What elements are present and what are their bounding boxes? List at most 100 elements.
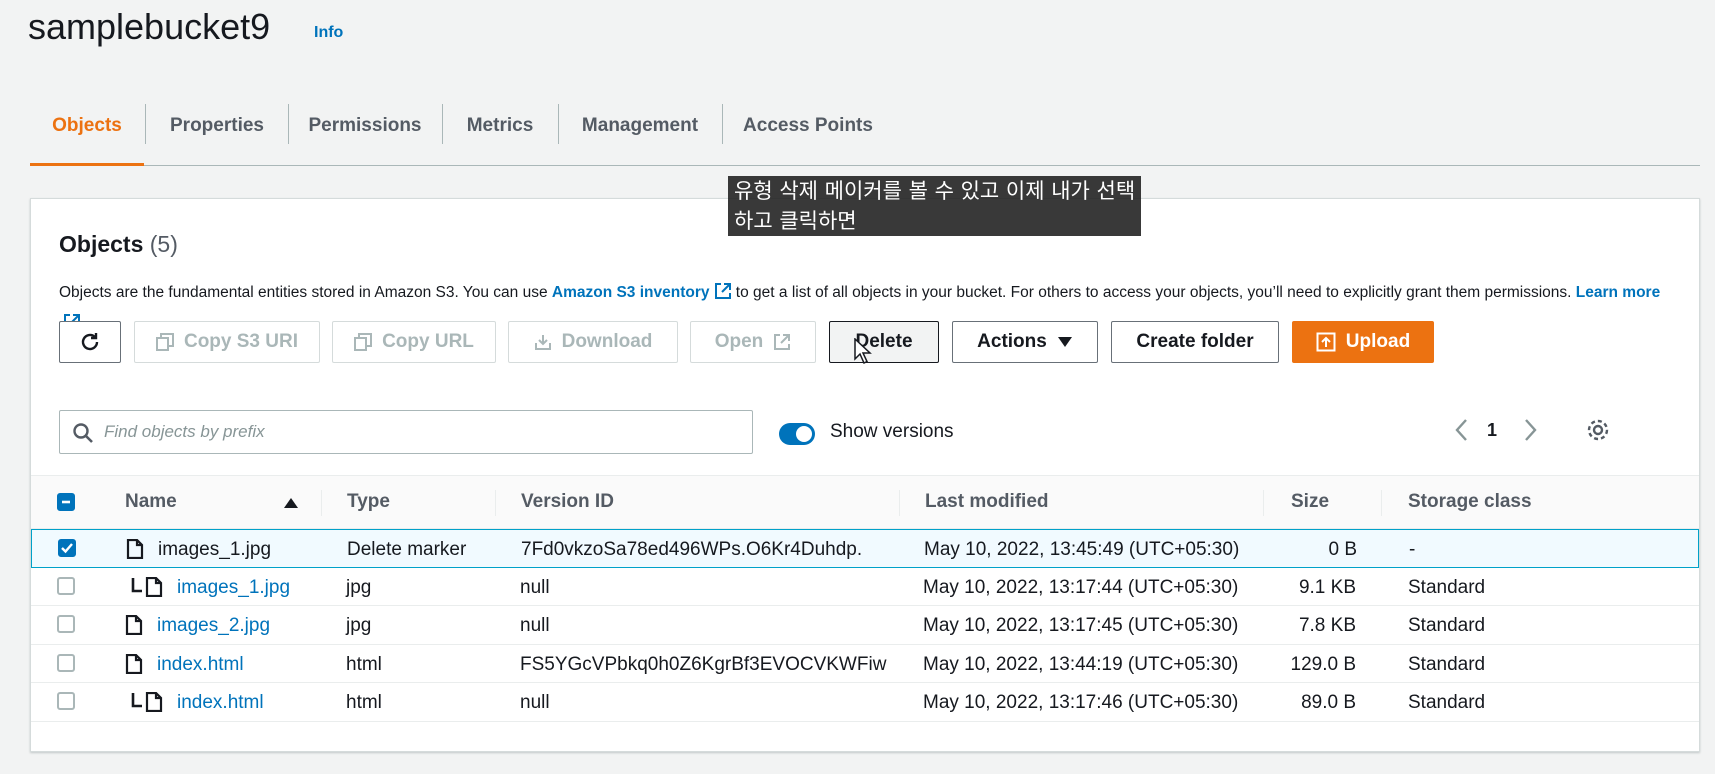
file-icon xyxy=(126,539,144,559)
select-all-checkbox[interactable] xyxy=(57,493,75,511)
copy-url-label: Copy URL xyxy=(382,331,474,352)
tab-management[interactable]: Management xyxy=(559,98,721,166)
column-header-name[interactable]: Name xyxy=(125,491,177,513)
column-header-size[interactable]: Size xyxy=(1291,491,1329,513)
row-checkbox[interactable] xyxy=(57,615,75,633)
object-type: html xyxy=(346,653,382,675)
chevron-left-icon[interactable] xyxy=(1453,417,1471,443)
tab-bar: Objects Properties Permissions Metrics M… xyxy=(30,98,1700,166)
column-divider xyxy=(495,490,496,516)
objects-table: Name Type Version ID Last modified Size … xyxy=(31,475,1699,722)
subtitle-line-1: 유형 삭제 메이커를 볼 수 있고 이제 내가 선택 xyxy=(734,179,1136,203)
row-checkbox[interactable] xyxy=(57,576,75,595)
row-checkbox[interactable] xyxy=(58,539,76,557)
object-size: 0 B xyxy=(1328,539,1357,560)
object-storage-class: Standard xyxy=(1408,692,1486,713)
object-name-link[interactable]: images_1.jpg xyxy=(177,577,290,599)
row-checkbox[interactable] xyxy=(57,653,75,672)
table-header: Name Type Version ID Last modified Size … xyxy=(31,475,1699,529)
actions-label: Actions xyxy=(977,331,1047,352)
create-folder-label: Create folder xyxy=(1136,331,1254,352)
object-last-modified: May 10, 2022, 13:17:46 (UTC+05:30) xyxy=(923,692,1239,713)
tree-branch-icon xyxy=(131,693,142,708)
objects-panel: Objects (5) Objects are the fundamental … xyxy=(30,198,1700,752)
object-last-modified: May 10, 2022, 13:45:49 (UTC+05:30) xyxy=(924,539,1240,560)
gear-icon[interactable] xyxy=(1585,417,1611,443)
video-subtitle: 유형 삭제 메이커를 볼 수 있고 이제 내가 선택 하고 클릭하면 xyxy=(728,176,1142,236)
column-divider xyxy=(1263,490,1264,516)
subtitle-line-2: 하고 클릭하면 xyxy=(734,209,857,233)
bucket-title: samplebucket9 xyxy=(28,6,271,47)
sort-ascending-icon[interactable] xyxy=(283,497,299,509)
row-checkbox[interactable] xyxy=(57,692,75,710)
object-size: 9.1 KB xyxy=(1298,576,1356,598)
desc-text-2: to get a list of all objects in your buc… xyxy=(731,284,1576,301)
object-name-link[interactable]: index.html xyxy=(177,692,264,714)
file-icon xyxy=(125,653,143,674)
object-storage-class: - xyxy=(1409,539,1416,560)
table-row[interactable]: index.html html null May 10, 2022, 13:17… xyxy=(31,683,1699,722)
object-type: Delete marker xyxy=(347,539,467,560)
column-divider xyxy=(899,490,900,516)
objects-count: (5) xyxy=(149,231,178,257)
table-row[interactable]: images_2.jpg jpg null May 10, 2022, 13:1… xyxy=(31,606,1699,645)
column-header-storage-class[interactable]: Storage class xyxy=(1408,491,1532,513)
object-version-id: FS5YGcVPbkq0h0Z6KgrBf3EVOCVKWFiw xyxy=(520,653,887,675)
upload-label: Upload xyxy=(1345,331,1411,352)
tab-permissions[interactable]: Permissions xyxy=(289,98,441,166)
object-storage-class: Standard xyxy=(1408,615,1486,636)
tree-branch-icon xyxy=(131,577,142,592)
page-number[interactable]: 1 xyxy=(1487,420,1497,441)
tab-objects[interactable]: Objects xyxy=(30,98,144,166)
object-size: 89.0 B xyxy=(1301,692,1356,713)
copy-s3-uri-label: Copy S3 URI xyxy=(183,331,299,352)
column-header-last-modified[interactable]: Last modified xyxy=(925,491,1049,513)
column-header-version-id[interactable]: Version ID xyxy=(521,491,614,513)
objects-heading-label: Objects xyxy=(59,231,144,257)
object-name: images_1.jpg xyxy=(158,539,272,560)
external-link-icon xyxy=(714,283,731,299)
minus-icon xyxy=(62,500,70,504)
object-name-link[interactable]: images_2.jpg xyxy=(157,615,270,637)
search-input[interactable] xyxy=(104,419,724,445)
tab-metrics[interactable]: Metrics xyxy=(443,98,557,166)
tab-access-points[interactable]: Access Points xyxy=(723,98,893,166)
column-header-type[interactable]: Type xyxy=(347,491,390,513)
delete-button[interactable]: Delete xyxy=(829,321,939,364)
copy-s3-uri-button[interactable]: Copy S3 URI xyxy=(134,321,320,363)
mouse-cursor-icon xyxy=(854,338,872,364)
upload-icon xyxy=(1316,332,1336,352)
upload-button[interactable]: Upload xyxy=(1292,321,1434,363)
object-version-id: 7Fd0vkzoSa78ed496WPs.O6Kr4Duhdp. xyxy=(521,539,863,560)
object-version-id: null xyxy=(520,692,550,713)
copy-icon xyxy=(354,333,373,351)
search-box xyxy=(59,410,753,454)
objects-heading: Objects (5) xyxy=(59,231,178,258)
open-button[interactable]: Open xyxy=(690,321,816,363)
column-divider xyxy=(321,490,322,516)
table-row[interactable]: images_1.jpg Delete marker 7Fd0vkzoSa78e… xyxy=(31,529,1699,568)
copy-url-button[interactable]: Copy URL xyxy=(332,321,496,363)
refresh-icon xyxy=(81,333,99,351)
file-icon xyxy=(145,576,163,597)
create-folder-button[interactable]: Create folder xyxy=(1111,321,1279,363)
refresh-button[interactable] xyxy=(59,321,121,363)
info-link[interactable]: Info xyxy=(314,24,343,42)
s3-inventory-link-label: Amazon S3 inventory xyxy=(551,284,710,301)
learn-more-label: Learn more xyxy=(1575,284,1661,301)
download-button[interactable]: Download xyxy=(508,321,678,363)
object-name-link[interactable]: index.html xyxy=(157,654,244,676)
table-row[interactable]: index.html html FS5YGcVPbkq0h0Z6KgrBf3EV… xyxy=(31,645,1699,683)
object-storage-class: Standard xyxy=(1408,653,1486,675)
download-icon xyxy=(534,335,551,350)
s3-inventory-link[interactable]: Amazon S3 inventory xyxy=(551,283,732,301)
tab-properties[interactable]: Properties xyxy=(146,98,288,166)
chevron-right-icon[interactable] xyxy=(1521,417,1539,443)
table-row[interactable]: images_1.jpg jpg null May 10, 2022, 13:1… xyxy=(31,568,1699,606)
actions-dropdown[interactable]: Actions xyxy=(952,321,1098,363)
column-divider xyxy=(1381,490,1382,516)
object-type: jpg xyxy=(346,576,372,598)
toggle-knob xyxy=(796,426,812,442)
show-versions-toggle[interactable] xyxy=(779,423,815,445)
file-icon xyxy=(125,615,143,635)
